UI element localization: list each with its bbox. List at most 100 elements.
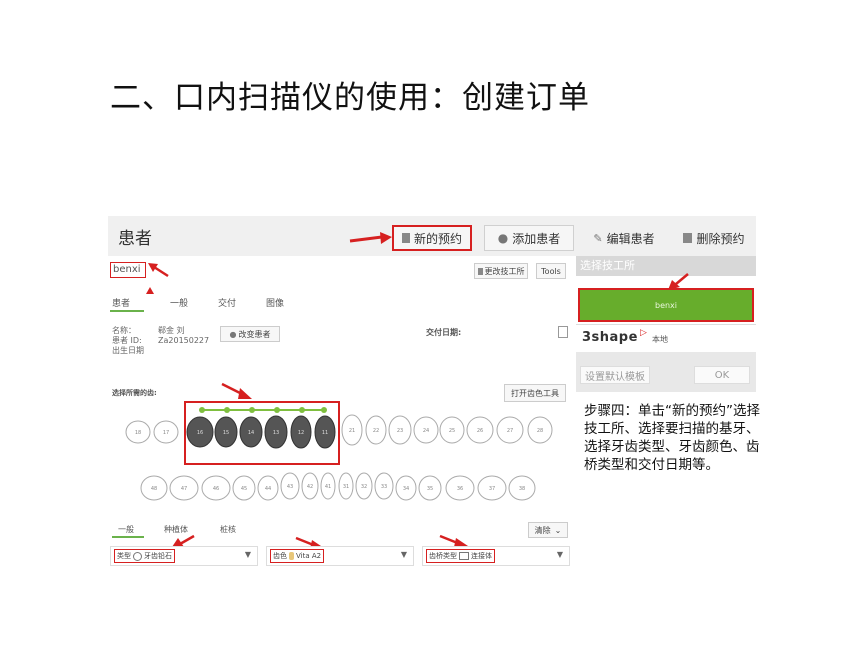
pencil-icon: ✎: [593, 231, 603, 245]
tooth-icon: [133, 551, 142, 561]
id-value: Za20150227: [158, 336, 210, 345]
shade-value: Vita A2: [296, 552, 322, 560]
delete-order-button[interactable]: 删除预约: [672, 225, 756, 251]
set-default-template-button[interactable]: 设置默认模板: [580, 366, 650, 384]
tooth-label: 24: [423, 428, 429, 434]
chevron-down-icon: ▼: [400, 550, 407, 559]
red-arrow-icon: [349, 232, 392, 244]
new-order-label: 新的预约: [413, 231, 462, 246]
ok-button[interactable]: OK: [694, 366, 750, 384]
change-patient-label: 改变患者: [238, 329, 271, 339]
change-lab-button[interactable]: 更改技工所: [474, 263, 528, 279]
tooth-label: 11: [322, 430, 328, 436]
delete-order-label: 删除预约: [696, 231, 745, 246]
person-icon: ●: [497, 231, 509, 245]
bridge-point: [224, 407, 230, 413]
search-row: benxi 更改技工所 Tools: [108, 260, 576, 282]
red-arrow-icon: [146, 287, 154, 294]
tab-general-bottom[interactable]: 一般: [118, 524, 134, 535]
lab-option-local[interactable]: 3shape ▷ 本地: [576, 324, 756, 354]
bridge-point: [274, 407, 280, 413]
active-tab-indicator: [112, 536, 144, 538]
logo-triangle-icon: ▷: [640, 328, 647, 338]
tooth-label: 26: [477, 428, 483, 434]
lab-option-benxi[interactable]: benxi: [578, 288, 754, 322]
edit-patient-button[interactable]: ✎ 编辑患者: [582, 225, 666, 251]
dental-chart: 18 17 16 15 14 13 12 11 21 22 23 24 25 2…: [125, 401, 553, 501]
tooth-label: 36: [457, 486, 463, 492]
tooth-type-select[interactable]: 类型 牙齿铅石 ▼: [110, 546, 258, 566]
tooth-label: 18: [135, 430, 141, 436]
tooth-label: 17: [163, 430, 169, 436]
tooth-label: 42: [307, 484, 313, 490]
tooth-label: 28: [537, 428, 543, 434]
tooth-label: 35: [427, 486, 433, 492]
slide-title: 二、口内扫描仪的使用：创建订单: [110, 80, 590, 116]
patient-tabs: 患者 一般 交付 图像: [108, 287, 348, 314]
order-app-window: 患者 新的预约 ● 添加患者 ✎ 编辑患者 删除预约 benxi 更改技工所 T…: [108, 216, 756, 570]
bridge-label-text: 齿桥类型: [429, 552, 457, 560]
tooth-label: 12: [298, 430, 304, 436]
name-label: 名称：: [112, 326, 136, 335]
patient-info-labels: 名称： 患者 ID: 出生日期: [112, 326, 144, 356]
tooth-label: 16: [197, 430, 203, 436]
tooth-label: 37: [489, 486, 495, 492]
tooth-label: 25: [449, 428, 455, 434]
chevron-down-icon: ▼: [556, 550, 563, 559]
shade-label-text: 齿色: [273, 552, 287, 560]
document-icon: [477, 267, 483, 275]
dob-label: 出生日期: [112, 346, 144, 355]
tooth-label: 21: [349, 428, 355, 434]
calendar-icon[interactable]: [558, 326, 568, 338]
shade-select[interactable]: 齿色 Vita A2 ▼: [266, 546, 414, 566]
add-patient-label: 添加患者: [512, 231, 561, 246]
edit-patient-label: 编辑患者: [606, 231, 655, 246]
tooth-label: 14: [248, 430, 254, 436]
tooth-label: 43: [287, 484, 293, 490]
lab-selection-panel: 选择技工所 benxi 3shape ▷ 本地 设置默认模板 OK: [576, 256, 756, 396]
trash-icon: [683, 233, 693, 243]
bridge-type-select[interactable]: 齿桥类型 连接体 ▼: [422, 546, 570, 566]
red-arrow-icon: [148, 263, 169, 278]
lab-panel-header: 选择技工所: [576, 256, 756, 276]
delivery-date-label: 交付日期:: [426, 328, 462, 337]
tooth-label: 33: [381, 484, 387, 490]
person-icon: ●: [229, 329, 237, 339]
patient-info-values: 郗金 刘 Za20150227: [158, 326, 209, 346]
tooth-label: 44: [265, 486, 271, 492]
new-order-button[interactable]: 新的预约: [392, 225, 472, 251]
search-input[interactable]: benxi: [110, 262, 146, 278]
chevron-down-icon: ⌄: [554, 525, 562, 535]
tooth-label: 38: [519, 486, 525, 492]
document-icon: [401, 233, 410, 243]
bridge-point: [199, 407, 205, 413]
tooth-label: 47: [181, 486, 187, 492]
bridge-icon: [459, 552, 469, 560]
clear-label: 清除: [534, 525, 551, 535]
tooth-label: 32: [361, 484, 367, 490]
name-value: 郗金 刘: [158, 326, 185, 335]
tab-general[interactable]: 一般: [170, 296, 188, 309]
tooth-label: 41: [325, 484, 331, 490]
tab-patient[interactable]: 患者: [112, 296, 130, 309]
tooth-label: 23: [397, 428, 403, 434]
tab-delivery[interactable]: 交付: [218, 296, 236, 309]
tools-button[interactable]: Tools: [536, 263, 566, 279]
clear-button[interactable]: 清除 ⌄: [528, 522, 568, 538]
tooth-label: 31: [343, 484, 349, 490]
tooth-label: 34: [403, 486, 409, 492]
change-patient-button[interactable]: ● 改变患者: [220, 326, 280, 342]
tab-post-core[interactable]: 桩核: [220, 524, 236, 535]
tooth-label: 22: [373, 428, 379, 434]
local-label: 本地: [652, 335, 668, 344]
type-value: 牙齿铅石: [144, 552, 172, 560]
tooth-label: 13: [273, 430, 279, 436]
bridge-point: [299, 407, 305, 413]
app-title: 患者: [118, 229, 152, 249]
tab-images[interactable]: 图像: [266, 296, 284, 309]
bridge-type-label: 齿桥类型 连接体: [426, 549, 495, 563]
id-label: 患者 ID:: [112, 336, 142, 345]
add-patient-button[interactable]: ● 添加患者: [484, 225, 574, 251]
lab-panel-footer: 设置默认模板 OK: [576, 352, 756, 392]
top-toolbar: 患者 新的预约 ● 添加患者 ✎ 编辑患者 删除预约: [108, 216, 756, 256]
